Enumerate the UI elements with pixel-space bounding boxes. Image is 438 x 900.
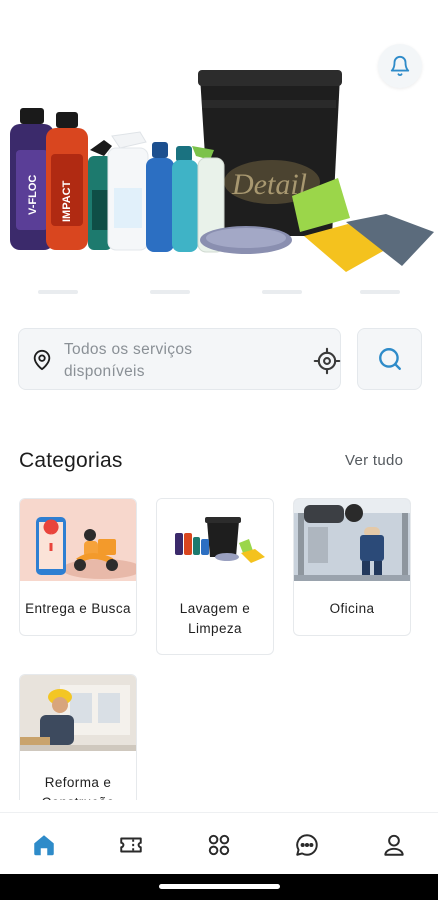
crosshair-icon[interactable]: [313, 347, 341, 375]
notifications-button[interactable]: [378, 44, 422, 88]
location-pin-icon: [33, 349, 51, 371]
nav-home[interactable]: [24, 825, 64, 865]
chat-icon: [296, 834, 318, 856]
system-navigation-bar: [0, 874, 438, 900]
renovation-photo: [20, 675, 136, 751]
apps-icon: [208, 834, 230, 856]
category-label: Lavagem e Limpeza: [179, 601, 251, 636]
hero-banner: Detail V-FLOC IMPACT: [0, 0, 438, 312]
nav-tickets[interactable]: [111, 825, 151, 865]
profile-icon: [384, 834, 404, 856]
search-icon: [378, 348, 401, 370]
category-label: Oficina: [329, 601, 375, 616]
search-placeholder: Todos os serviços disponíveis: [64, 341, 193, 380]
search-input[interactable]: Todos os serviços disponíveis: [18, 328, 341, 390]
home-icon: [34, 835, 54, 856]
category-card-workshop[interactable]: Oficina: [293, 498, 411, 636]
nav-chat[interactable]: [287, 825, 327, 865]
category-card-washing[interactable]: Lavagem e Limpeza: [156, 498, 274, 655]
svg-text:IMPACT: IMPACT: [61, 180, 73, 222]
category-label: Entrega e Busca: [25, 601, 131, 616]
bell-icon: [390, 56, 410, 77]
search-button[interactable]: [357, 328, 422, 390]
ticket-icon: [120, 837, 142, 853]
categories-title: Categorias: [19, 449, 123, 472]
nav-profile[interactable]: [374, 825, 414, 865]
see-all-link[interactable]: Ver tudo: [345, 452, 403, 469]
workshop-photo: [294, 499, 410, 581]
svg-text:V-FLOC: V-FLOC: [27, 175, 39, 215]
delivery-illustration: [20, 499, 136, 581]
category-card-renovation[interactable]: Reforma e Construção: [19, 674, 137, 810]
hero-products-image: Detail V-FLOC IMPACT: [10, 70, 434, 294]
nav-services[interactable]: [199, 825, 239, 865]
home-indicator[interactable]: [159, 884, 280, 889]
washing-illustration: [157, 499, 273, 581]
scroll-fade: [0, 800, 438, 812]
bottom-navigation: [0, 812, 438, 874]
category-card-delivery[interactable]: Entrega e Busca: [19, 498, 137, 636]
